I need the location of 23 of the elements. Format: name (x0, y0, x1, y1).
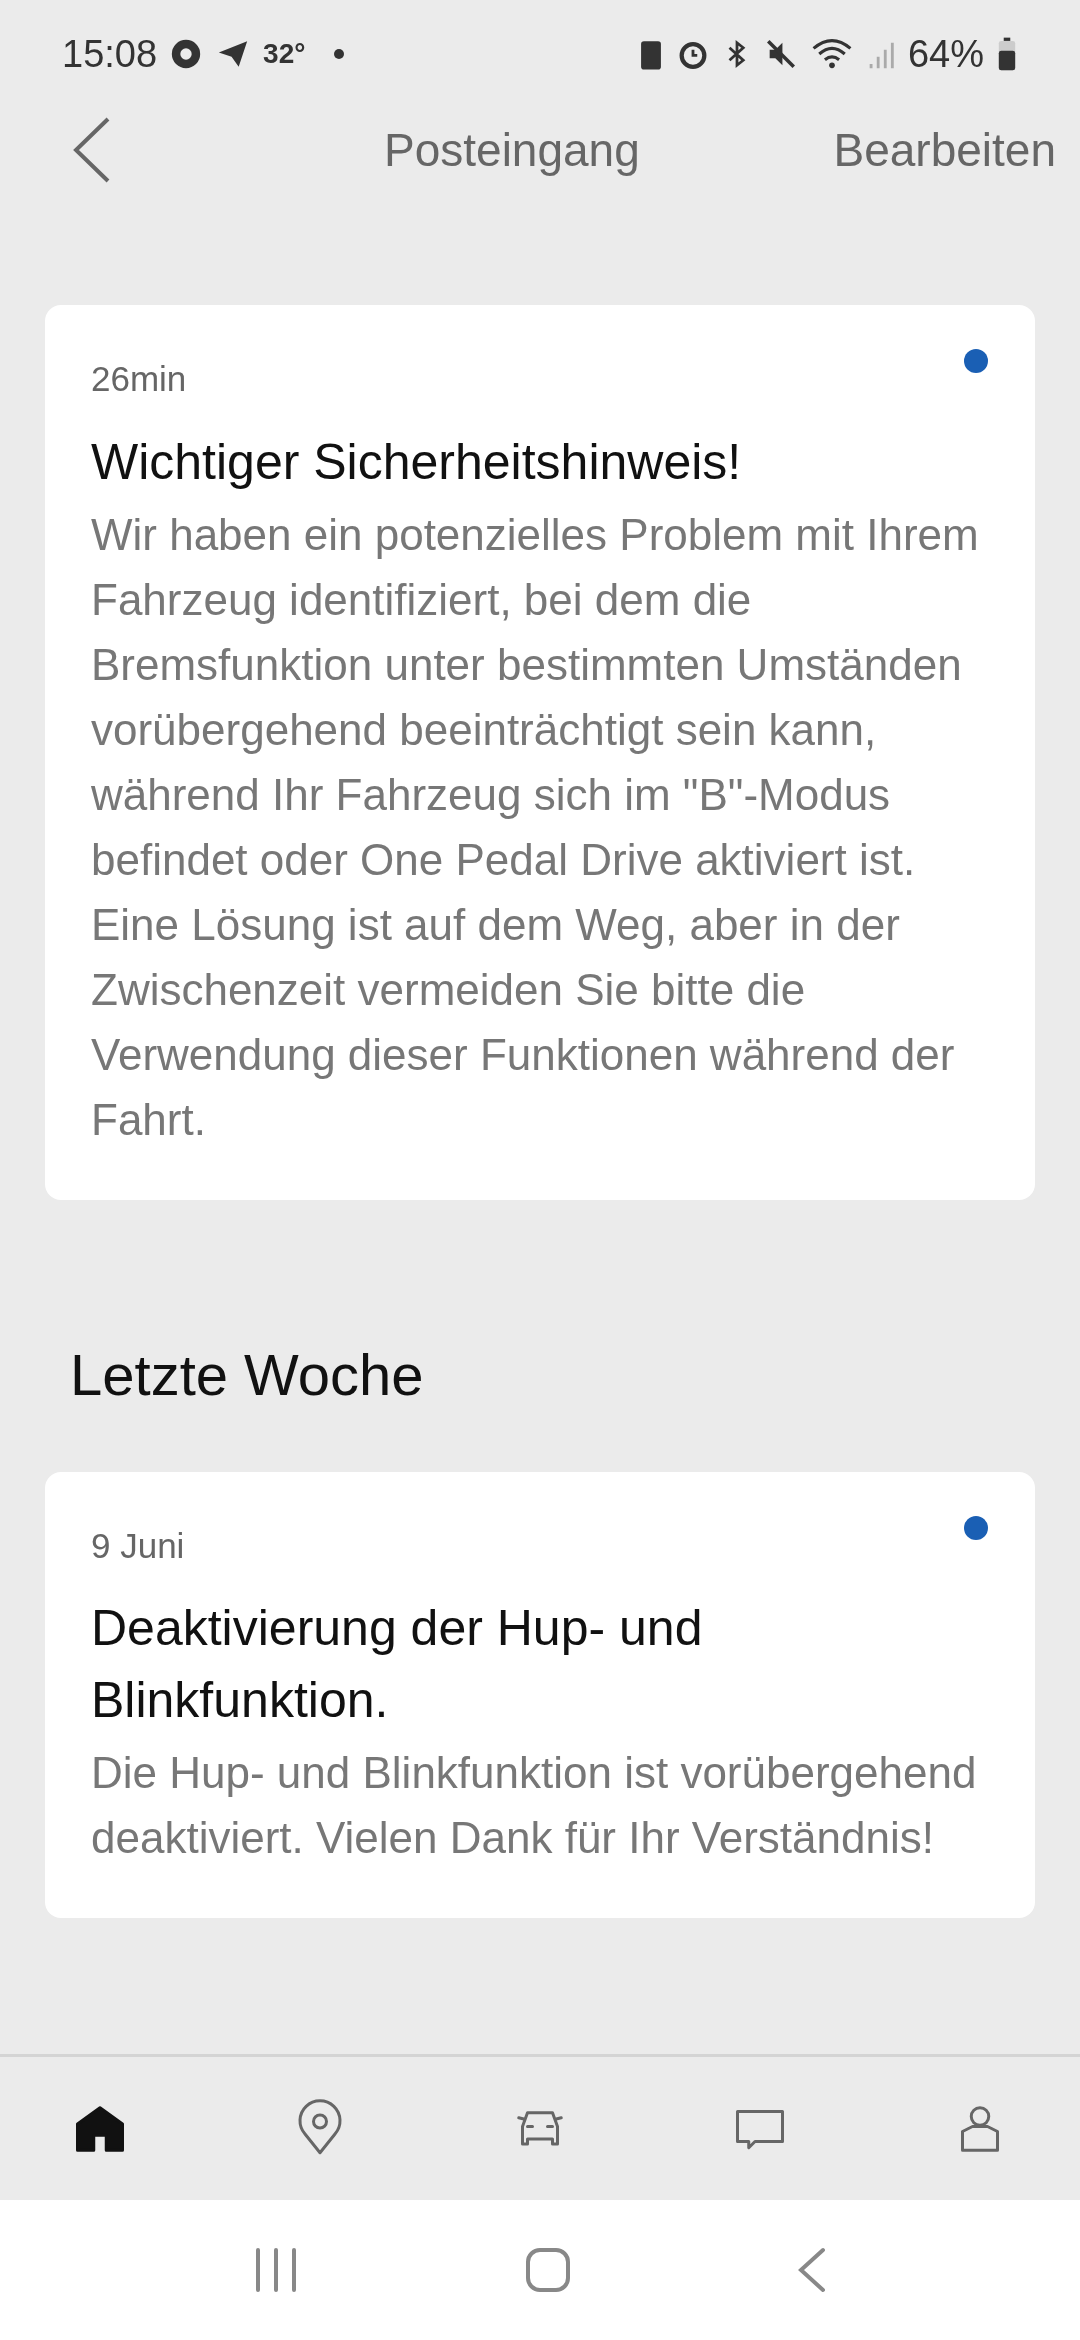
message-time: 9 Juni (91, 1524, 186, 1567)
message-title: Deaktivierung der Hup- und Blinkfunktion. (91, 1599, 704, 1730)
recent-apps-button[interactable] (253, 2247, 299, 2293)
battery-icon (996, 36, 1018, 72)
recent-apps-icon (253, 2247, 299, 2293)
back-icon (72, 117, 112, 183)
dot-icon (333, 48, 346, 60)
section-heading: Letzte Woche (70, 1340, 425, 1409)
temperature: 32° (263, 37, 306, 71)
message-card[interactable] (45, 305, 1035, 1200)
message-body: Die Hup- und Blinkfunktion ist vorübergehend deaktiviert. Vielen Dank für Ihr Verständnis! (91, 1747, 978, 1864)
message-time: 26min (91, 358, 188, 400)
battery-percent: 64% (907, 31, 984, 77)
back-button[interactable] (797, 2247, 827, 2293)
home-icon (525, 2247, 571, 2293)
page-title: Posteingang (384, 122, 640, 178)
edit-button[interactable]: Bearbeiten (833, 115, 1056, 185)
home-button[interactable] (525, 2247, 571, 2293)
status-time: 15:08 (62, 31, 158, 77)
message-body: Wir haben ein potenzielles Problem mit Ihrem Fahrzeug identifiziert, bei dem die Bremsfunktion unter bestimmten Umständen vorübergehend beeinträchtigt sein kann, während Ihr Fahrzeug sich im "B"-Modus befindet oder One Pedal Drive aktiviert ist. Eine Lösung ist auf dem Weg, aber in der Zwischenzeit vermeiden Sie bitte die Verwendung dieser Funktionen während der Fahrt. (91, 508, 980, 1146)
back-icon (797, 2247, 827, 2293)
message-card[interactable]: 9 Juni Deaktivierung der Hup- und Blinkfunktion. Die Hup- und Blinkfunktion ist vorübergehend deaktiviert. Vielen Dank für Ihr Verständnis! (45, 1471, 1035, 1918)
message-title: Wichtiger Sicherheitshinweis! (91, 432, 743, 492)
